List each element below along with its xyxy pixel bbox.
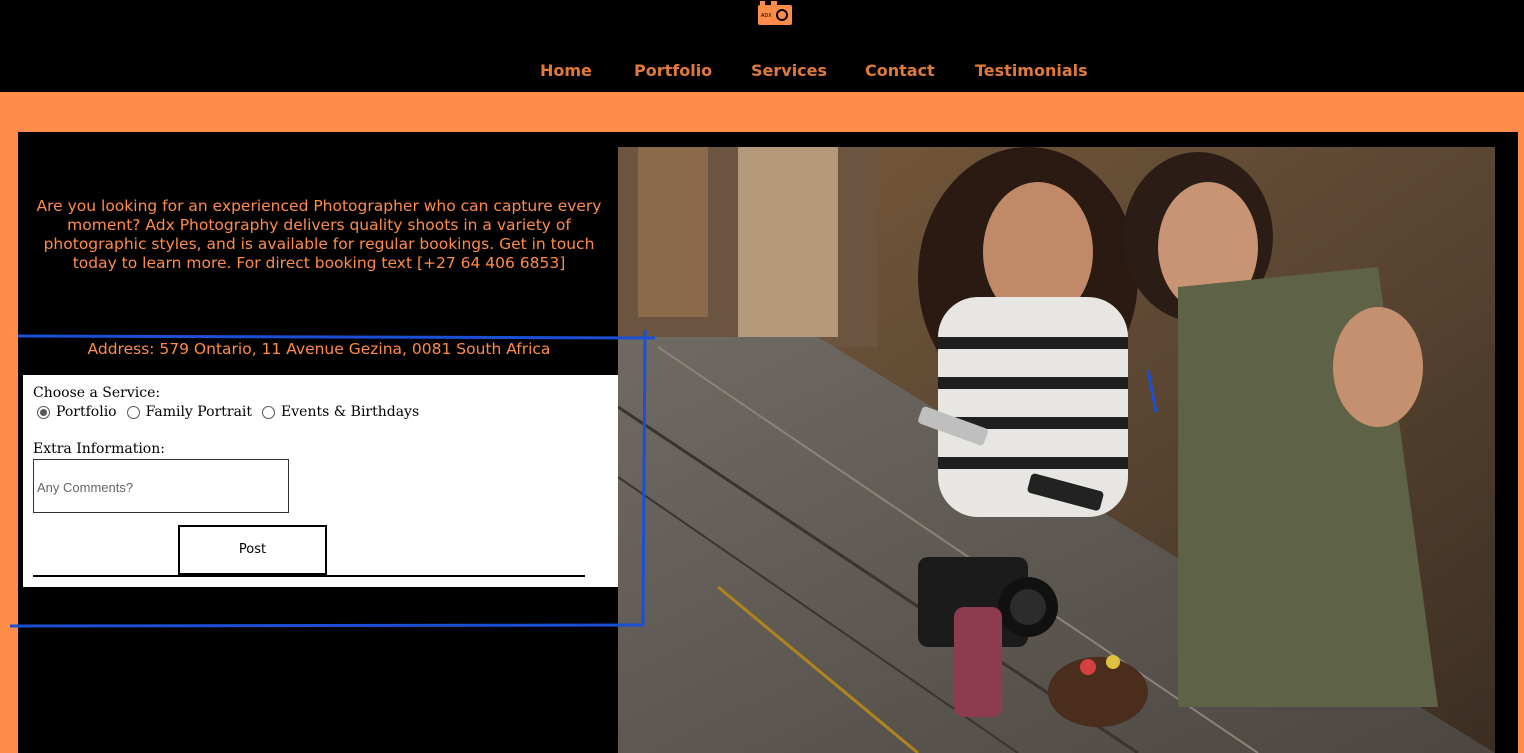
radio-events-birthdays[interactable] bbox=[262, 405, 276, 419]
address-text: Address: 579 Ontario, 11 Avenue Gezina, … bbox=[87, 340, 551, 358]
choose-service-label: Choose a Service: bbox=[33, 385, 161, 401]
radio-events-birthdays-label: Events & Birthdays bbox=[281, 404, 420, 420]
radio-family-portrait-label: Family Portrait bbox=[145, 404, 253, 420]
logo-text: ADX bbox=[761, 13, 772, 19]
form-divider bbox=[33, 575, 585, 577]
nav-services[interactable]: Services bbox=[751, 61, 827, 80]
radio-portfolio-label: Portfolio bbox=[56, 404, 117, 420]
comments-textarea[interactable]: Any Comments? bbox=[33, 459, 289, 513]
intro-text: Are you looking for an experienced Photo… bbox=[36, 197, 602, 272]
header-bar: ADX Home Portfolio Services Contact Test… bbox=[0, 0, 1524, 92]
hero-photo bbox=[618, 147, 1495, 753]
post-button[interactable]: Post bbox=[178, 525, 327, 575]
nav-testimonials[interactable]: Testimonials bbox=[975, 61, 1088, 80]
nav-portfolio[interactable]: Portfolio bbox=[634, 61, 712, 80]
extra-information-label: Extra Information: bbox=[33, 441, 165, 457]
radio-family-portrait[interactable] bbox=[126, 405, 140, 419]
camera-logo-icon[interactable]: ADX bbox=[757, 0, 793, 26]
nav-home[interactable]: Home bbox=[540, 61, 592, 80]
nav-contact[interactable]: Contact bbox=[865, 61, 935, 80]
service-radio-group: Portfolio Family Portrait Events & Birth… bbox=[33, 404, 425, 420]
main-nav: Home Portfolio Services Contact Testimon… bbox=[0, 61, 1524, 81]
booking-form: Choose a Service: Portfolio Family Portr… bbox=[23, 375, 618, 587]
radio-portfolio[interactable] bbox=[37, 405, 50, 419]
